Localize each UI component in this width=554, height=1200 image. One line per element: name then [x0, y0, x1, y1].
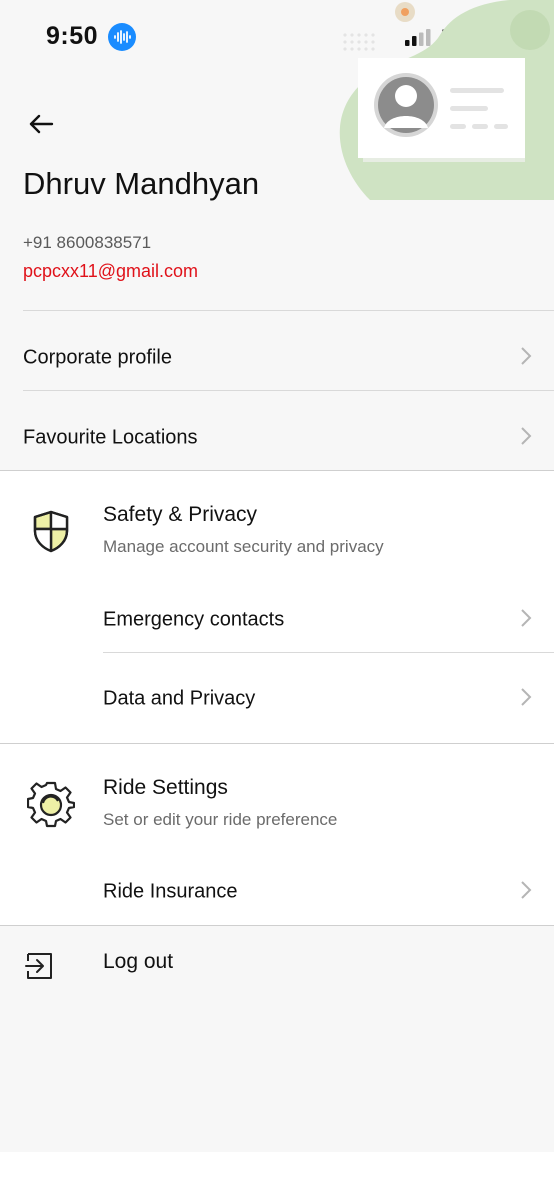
menu-item-emergency-contacts[interactable]: Emergency contacts	[0, 581, 554, 659]
chevron-right-icon	[521, 427, 532, 445]
menu-item-label: Favourite Locations	[23, 426, 198, 449]
section-title: Ride Settings	[103, 776, 228, 799]
menu-item-label: Data and Privacy	[103, 687, 256, 710]
menu-item-corporate-profile[interactable]: Corporate profile	[0, 319, 554, 397]
menu-item-data-and-privacy[interactable]: Data and Privacy	[0, 660, 554, 738]
safety-section: Safety & Privacy Manage account security…	[0, 470, 554, 743]
siri-icon	[108, 23, 136, 51]
divider	[103, 652, 554, 653]
divider	[0, 925, 554, 926]
section-subtitle: Set or edit your ride preference	[103, 810, 338, 829]
account-screen: 9:50 5G	[0, 0, 554, 1152]
chevron-right-icon	[521, 688, 532, 706]
back-arrow-icon	[29, 114, 54, 134]
menu-item-ride-insurance[interactable]: Ride Insurance	[0, 853, 554, 931]
profile-email: pcpcxx11@gmail.com	[23, 261, 198, 281]
profile-name: Dhruv Mandhyan	[23, 166, 260, 201]
menu-item-label: Emergency contacts	[103, 608, 285, 631]
logout-button[interactable]: Log out	[0, 930, 554, 1000]
back-button[interactable]	[28, 110, 62, 138]
ride-settings-section: Ride Settings Set or edit your ride pref…	[0, 743, 554, 925]
divider	[0, 470, 554, 471]
divider	[23, 310, 554, 311]
menu-item-label: Ride Insurance	[103, 880, 238, 903]
status-time: 9:50	[46, 22, 99, 50]
section-subtitle: Manage account security and privacy	[103, 537, 384, 556]
shield-icon	[33, 510, 69, 553]
gear-icon	[27, 781, 75, 828]
chevron-right-icon	[521, 881, 532, 899]
bottom-margin	[0, 1152, 554, 1200]
chevron-right-icon	[521, 609, 532, 627]
divider	[0, 743, 554, 744]
section-title: Safety & Privacy	[103, 503, 258, 526]
menu-item-label: Corporate profile	[23, 346, 172, 369]
logout-label: Log out	[103, 950, 174, 973]
profile-card-icon	[339, 0, 554, 200]
profile-phone: +91 8600838571	[23, 233, 152, 252]
logout-icon	[25, 953, 52, 979]
menu-item-favourite-locations[interactable]: Favourite Locations	[0, 399, 554, 477]
chevron-right-icon	[521, 347, 532, 365]
divider	[23, 390, 554, 391]
